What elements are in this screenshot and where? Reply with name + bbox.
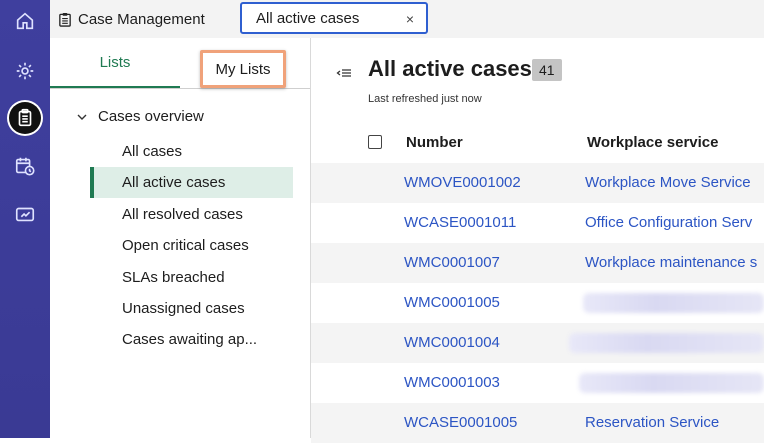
list-subtabs: Lists My Lists — [50, 38, 310, 89]
service-link[interactable]: Workplace maintenance s — [585, 254, 757, 271]
column-header-number[interactable]: Number — [406, 134, 463, 151]
case-number-link[interactable]: WCASE0001011 — [404, 214, 516, 231]
list-item-label: SLAs breached — [122, 269, 225, 286]
redacted-service — [569, 333, 764, 353]
tab-lists[interactable]: Lists — [50, 50, 180, 88]
app-tab-label: Case Management — [78, 10, 205, 28]
app-tab[interactable]: Case Management — [58, 0, 205, 38]
dashboard-icon[interactable] — [9, 198, 41, 230]
table-row[interactable]: WMC0001007 Workplace maintenance s — [311, 243, 764, 283]
redacted-service — [579, 373, 764, 393]
list-item-all-cases[interactable]: All cases — [90, 136, 293, 167]
settings-icon[interactable] — [9, 55, 41, 87]
list-item-cases-awaiting-approval[interactable]: Cases awaiting ap... — [90, 324, 293, 355]
left-rail — [0, 0, 50, 438]
case-number-link[interactable]: WMC0001003 — [404, 374, 500, 391]
list-item-label: All active cases — [122, 174, 226, 191]
last-refreshed-text: Last refreshed just now — [368, 93, 482, 105]
service-link[interactable]: Reservation Service — [585, 414, 719, 431]
chevron-down-icon — [77, 114, 87, 120]
case-number-link[interactable]: WMOVE0001002 — [404, 174, 521, 191]
list-item-label: Cases awaiting ap... — [122, 331, 258, 348]
column-header-workplace-service[interactable]: Workplace service — [587, 134, 718, 151]
case-number-link[interactable]: WMC0001007 — [404, 254, 500, 271]
clipboard-icon[interactable] — [9, 102, 41, 134]
list-item-slas-breached[interactable]: SLAs breached — [90, 262, 293, 293]
close-icon[interactable]: × — [406, 11, 414, 27]
tab-my-lists[interactable]: My Lists — [200, 50, 286, 88]
table-row[interactable]: WMC0001003 — [311, 363, 764, 403]
table-row[interactable]: WMC0001004 — [311, 323, 764, 363]
service-link[interactable]: Office Configuration Serv — [585, 214, 752, 231]
calendar-clock-icon[interactable] — [9, 150, 41, 182]
list-item-label: Unassigned cases — [122, 300, 245, 317]
count-badge: 41 — [532, 59, 562, 81]
case-number-link[interactable]: WMC0001004 — [404, 334, 500, 351]
table-row[interactable]: WCASE0001011 Office Configuration Serv — [311, 203, 764, 243]
table-row[interactable]: WMOVE0001002 Workplace Move Service — [311, 163, 764, 203]
list-item-label: Open critical cases — [122, 237, 249, 254]
list-item-label: All resolved cases — [122, 206, 243, 223]
list-item-all-resolved-cases[interactable]: All resolved cases — [90, 199, 293, 230]
active-tab-label: All active cases — [256, 9, 360, 27]
cases-overview-group[interactable]: Cases overview — [76, 108, 204, 125]
redacted-service — [583, 293, 764, 313]
home-icon[interactable] — [9, 5, 41, 37]
tab-bar: Case Management All active cases × — [50, 0, 764, 38]
case-number-link[interactable]: WMC0001005 — [404, 294, 500, 311]
group-label: Cases overview — [98, 108, 204, 125]
page-title: All active cases — [368, 56, 532, 81]
list-item-open-critical-cases[interactable]: Open critical cases — [90, 230, 293, 261]
main-content: All active cases 41 Last refreshed just … — [311, 38, 764, 443]
service-link[interactable]: Workplace Move Service — [585, 174, 751, 191]
tab-all-active-cases[interactable]: All active cases × — [240, 2, 428, 34]
list-item-all-active-cases[interactable]: All active cases — [90, 167, 293, 198]
tab-lists-label: Lists — [99, 54, 131, 71]
lists-panel: Lists My Lists Cases overview All cases … — [50, 38, 311, 438]
list-item-label: All cases — [122, 143, 183, 160]
clipboard-small-icon — [59, 12, 71, 27]
select-all-checkbox[interactable] — [368, 135, 382, 149]
tab-my-lists-label: My Lists — [215, 60, 271, 78]
table-row[interactable]: WCASE0001005 Reservation Service — [311, 403, 764, 443]
list-item-unassigned-cases[interactable]: Unassigned cases — [90, 293, 293, 324]
table-row[interactable]: WMC0001005 — [311, 283, 764, 323]
collapse-panel-icon[interactable] — [336, 66, 352, 80]
case-number-link[interactable]: WCASE0001005 — [404, 414, 517, 431]
